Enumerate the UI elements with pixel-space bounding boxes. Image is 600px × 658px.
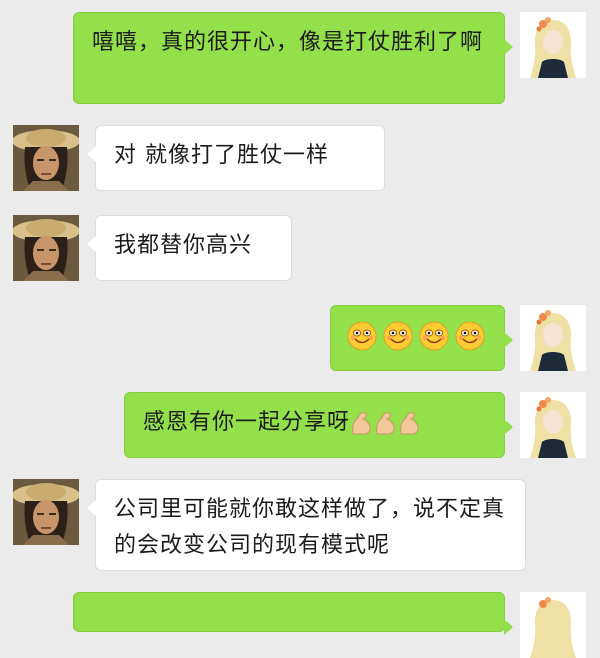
grinning-face-emoji: [419, 321, 449, 351]
emoji-row: [347, 318, 488, 354]
sent-message-bubble[interactable]: 感恩有你一起分享呀: [124, 392, 513, 458]
grinning-face-emoji: [455, 321, 485, 351]
message-text: 嘻嘻，真的很开心，像是打仗胜利了啊: [92, 30, 484, 55]
man-with-straw-hat-avatar[interactable]: [13, 125, 79, 191]
blonde-woman-avatar[interactable]: [520, 392, 586, 458]
received-message-bubble[interactable]: 我都替你高兴: [87, 215, 292, 281]
flexed-biceps-emoji: [352, 412, 371, 435]
chat-area: 嘻嘻，真的很开心，像是打仗胜利了啊 对 就像打了胜仗一样 我都替你高兴 感恩有你…: [0, 0, 600, 658]
sent-message-bubble[interactable]: [73, 592, 513, 635]
message-text: 对 就像打了胜仗一样: [114, 143, 329, 168]
blonde-woman-avatar[interactable]: [520, 12, 586, 78]
sent-message-bubble[interactable]: [330, 305, 513, 371]
received-message-bubble[interactable]: 公司里可能就你敢这样做了，说不定真的会改变公司的现有模式呢: [87, 479, 526, 571]
received-message-bubble[interactable]: 对 就像打了胜仗一样: [87, 125, 385, 191]
flexed-biceps-emoji: [400, 412, 419, 435]
blonde-woman-avatar[interactable]: [520, 592, 586, 658]
message-text: 感恩有你一起分享呀: [143, 410, 351, 435]
man-with-straw-hat-avatar[interactable]: [13, 215, 79, 281]
flexed-biceps-emoji: [376, 412, 395, 435]
man-with-straw-hat-avatar[interactable]: [13, 479, 79, 545]
message-text: 我都替你高兴: [114, 233, 253, 258]
grinning-face-emoji: [347, 321, 377, 351]
blonde-woman-avatar[interactable]: [520, 305, 586, 371]
message-text: 公司里可能就你敢这样做了，说不定真的会改变公司的现有模式呢: [114, 497, 506, 558]
grinning-face-emoji: [383, 321, 413, 351]
sent-message-bubble[interactable]: 嘻嘻，真的很开心，像是打仗胜利了啊: [73, 12, 513, 104]
